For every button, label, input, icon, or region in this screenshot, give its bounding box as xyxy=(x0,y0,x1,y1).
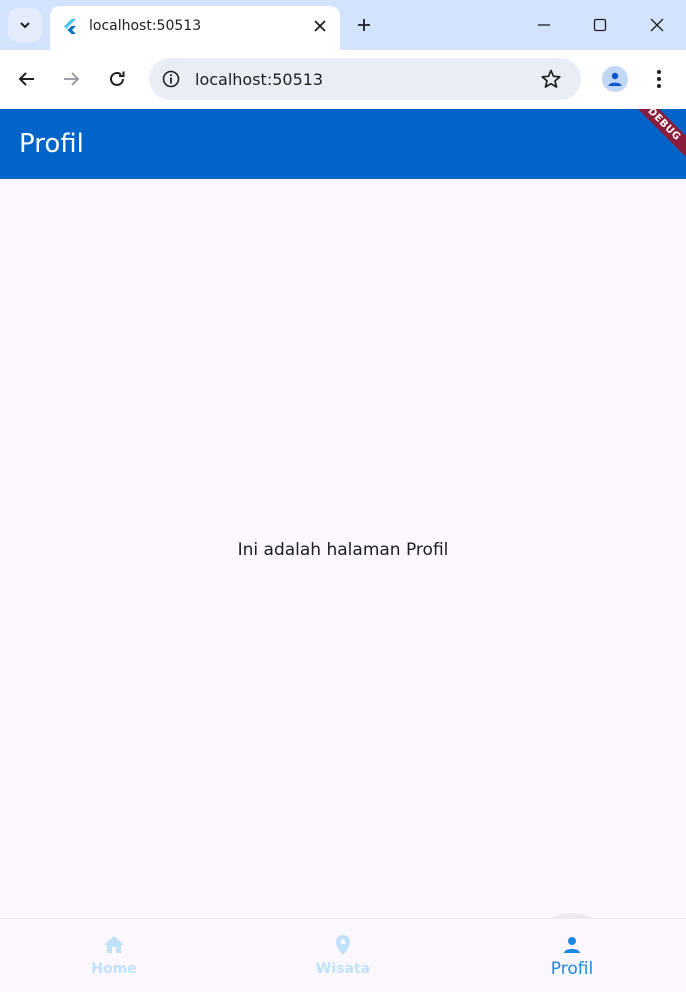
maximize-icon xyxy=(593,18,607,32)
forward-button[interactable] xyxy=(59,67,83,91)
nav-label-wisata: Wisata xyxy=(315,961,371,977)
page-body-text: Ini adalah halaman Profil xyxy=(237,540,449,560)
arrow-left-icon xyxy=(18,72,34,86)
location-pin-icon xyxy=(330,932,356,958)
home-icon xyxy=(101,932,127,958)
nav-item-home[interactable]: Home xyxy=(0,919,228,992)
debug-banner: DEBUG xyxy=(616,109,686,173)
page-title: Profil xyxy=(19,129,84,159)
profile-button[interactable] xyxy=(602,66,628,92)
nav-label-profil: Profil xyxy=(550,959,594,979)
kebab-menu-icon xyxy=(657,70,661,88)
tab-search-button[interactable] xyxy=(8,8,42,42)
new-tab-button[interactable] xyxy=(353,14,375,36)
arrow-right-icon xyxy=(64,72,80,86)
minimize-icon xyxy=(538,24,550,26)
address-bar[interactable]: localhost:50513 xyxy=(149,58,581,100)
reload-button[interactable] xyxy=(105,67,129,91)
person-icon xyxy=(559,932,585,958)
nav-item-profil[interactable]: Profil xyxy=(458,919,686,992)
close-icon xyxy=(650,18,664,32)
browser-tabstrip: localhost:50513 xyxy=(0,0,686,50)
minimize-button[interactable] xyxy=(533,14,555,36)
info-icon[interactable] xyxy=(161,69,181,89)
star-icon[interactable] xyxy=(540,68,562,90)
reload-icon xyxy=(110,71,125,86)
plus-icon xyxy=(358,19,370,31)
maximize-button[interactable] xyxy=(589,14,611,36)
tab-title: localhost:50513 xyxy=(89,18,202,34)
browser-menu-button[interactable] xyxy=(648,66,670,92)
close-window-button[interactable] xyxy=(646,14,668,36)
browser-toolbar: localhost:50513 xyxy=(0,50,686,109)
bottom-navigation: Home Wisata Profil xyxy=(0,918,686,992)
chevron-down-icon xyxy=(20,22,30,29)
app-bar: Profil DEBUG xyxy=(0,109,686,179)
flutter-icon xyxy=(64,19,76,34)
url-text[interactable]: localhost:50513 xyxy=(195,70,323,89)
browser-tab[interactable]: localhost:50513 xyxy=(50,6,340,50)
back-button[interactable] xyxy=(15,67,39,91)
nav-label-home: Home xyxy=(91,961,137,977)
nav-item-wisata[interactable]: Wisata xyxy=(229,919,457,992)
tab-close-button[interactable] xyxy=(310,16,330,36)
person-icon xyxy=(608,72,622,86)
close-icon xyxy=(314,20,326,32)
